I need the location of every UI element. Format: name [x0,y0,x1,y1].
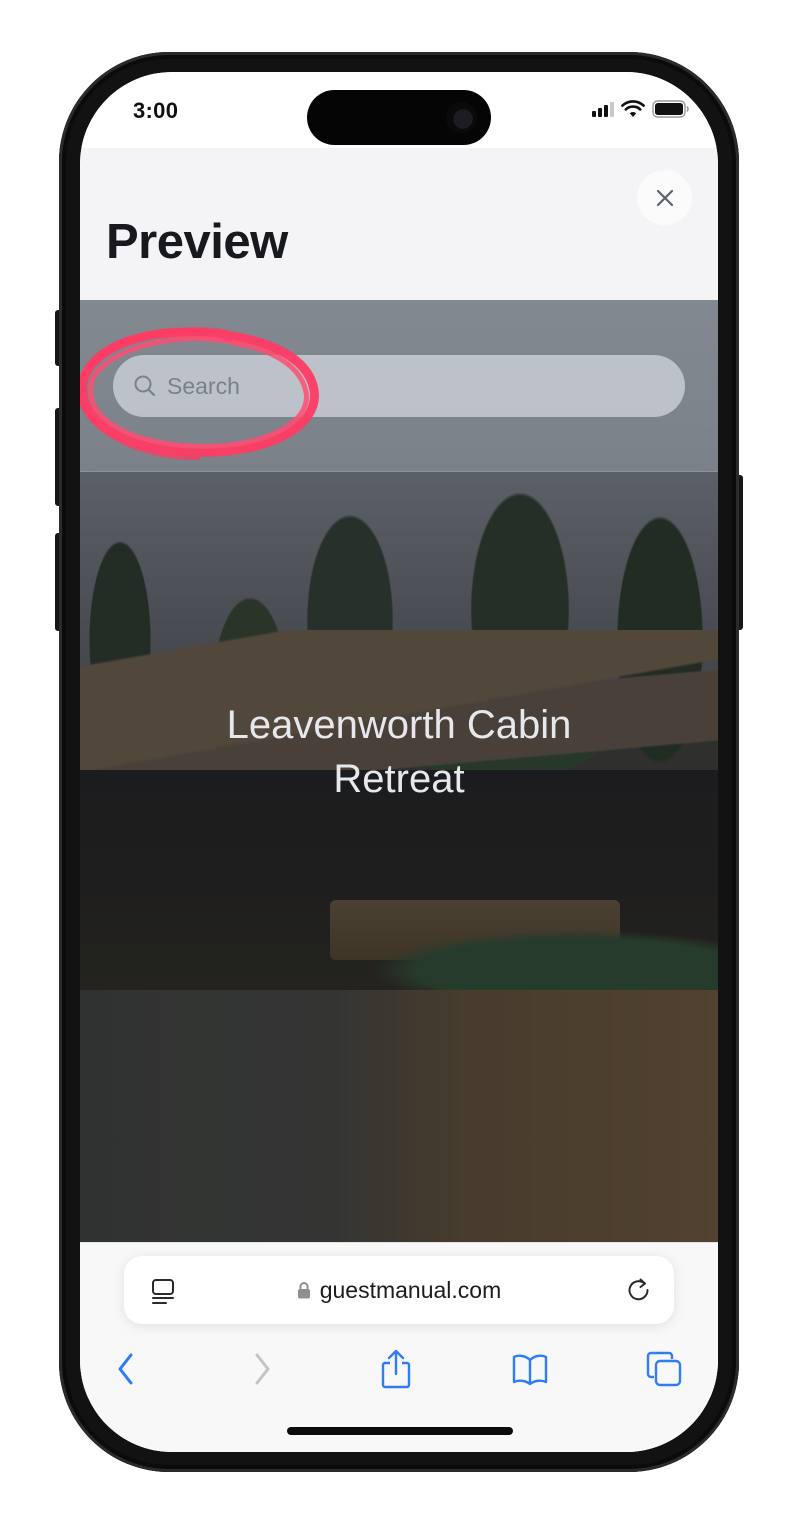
preview-sheet: Preview Search Leavenworth Cabin Retreat… [80,148,718,1452]
search-icon [134,375,156,397]
browser-bottom-bar: guestmanual.com [80,1242,718,1452]
camera-icon [446,102,477,133]
close-icon [656,189,673,206]
status-time: 3:00 [133,98,179,123]
chevron-right-icon [255,1353,270,1385]
home-indicator[interactable] [287,1427,513,1435]
tabs-button[interactable] [642,1347,686,1391]
stage: 3:00 Preview Search Leavenworth Cabin Re… [0,0,808,1534]
search-input[interactable]: Search [113,355,685,417]
url-text: guestmanual.com [319,1276,502,1303]
wifi-icon [621,100,645,117]
bookmarks-button[interactable] [508,1347,552,1391]
hero-title: Leavenworth Cabin Retreat [226,703,572,801]
page-title: Preview [106,215,288,269]
close-button[interactable] [637,170,692,225]
address-bar[interactable]: guestmanual.com [124,1256,674,1324]
share-button[interactable] [374,1347,418,1391]
phone-screen: 3:00 Preview Search Leavenworth Cabin Re… [80,72,718,1452]
tabs-icon [646,1351,682,1387]
url-display[interactable]: guestmanual.com [124,1256,674,1324]
battery-icon [652,100,689,118]
search-header: Search [80,300,718,472]
reload-icon[interactable] [624,1275,654,1305]
cellular-signal-icon [592,101,614,117]
search-placeholder: Search [167,372,240,399]
website-preview[interactable]: Search Leavenworth Cabin Retreat [80,300,718,1242]
status-bar: 3:00 [80,72,718,148]
browser-toolbar [80,1347,718,1391]
lock-icon [297,1282,310,1299]
chevron-left-icon [118,1353,133,1385]
status-icons [592,100,690,118]
book-icon [512,1354,548,1386]
dynamic-island [307,90,491,145]
forward-button[interactable] [240,1347,284,1391]
back-button[interactable] [104,1347,148,1391]
share-icon [381,1349,411,1389]
